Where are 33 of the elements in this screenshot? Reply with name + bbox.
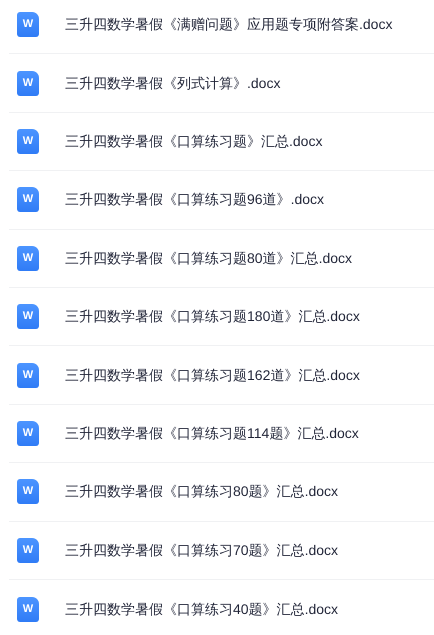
word-document-icon: W: [17, 70, 39, 96]
file-name: 三升四数学暑假《口算练习题180道》汇总.docx: [65, 307, 360, 326]
word-document-icon: W: [17, 128, 39, 154]
file-row[interactable]: W 三升四数学暑假《口算练习40题》汇总.docx: [9, 580, 434, 635]
file-row[interactable]: W 三升四数学暑假《口算练习题180道》汇总.docx: [9, 288, 434, 346]
file-row[interactable]: W 三升四数学暑假《满赠问题》应用题专项附答案.docx: [9, 0, 434, 54]
file-name: 三升四数学暑假《口算练习80题》汇总.docx: [65, 482, 338, 502]
file-row[interactable]: W 三升四数学暑假《口算练习70题》汇总.docx: [9, 522, 434, 580]
file-name: 三升四数学暑假《口算练习题114题》汇总.docx: [65, 424, 359, 443]
word-document-icon: W: [17, 304, 39, 330]
file-row[interactable]: W 三升四数学暑假《口算练习80题》汇总.docx: [9, 463, 434, 522]
word-document-icon: W: [17, 538, 39, 563]
word-document-icon: W: [17, 187, 39, 212]
file-row[interactable]: W 三升四数学暑假《口算练习题162道》汇总.docx: [9, 346, 434, 405]
file-row[interactable]: W 三升四数学暑假《列式计算》.docx: [9, 54, 434, 113]
word-document-icon: W: [17, 479, 39, 504]
file-name: 三升四数学暑假《列式计算》.docx: [65, 74, 280, 93]
word-document-icon: W: [17, 246, 39, 271]
word-document-icon: W: [17, 12, 39, 38]
word-document-icon: W: [17, 596, 39, 622]
file-name: 三升四数学暑假《满赠问题》应用题专项附答案.docx: [65, 15, 392, 34]
file-name: 三升四数学暑假《口算练习题80道》汇总.docx: [65, 248, 352, 268]
file-row[interactable]: W 三升四数学暑假《口算练习题114题》汇总.docx: [9, 404, 434, 464]
file-name: 三升四数学暑假《口算练习40题》汇总.docx: [65, 600, 338, 619]
file-name: 三升四数学暑假《口算练习题》汇总.docx: [65, 132, 322, 151]
file-row[interactable]: W 三升四数学暑假《口算练习题96道》.docx: [9, 171, 434, 230]
file-row[interactable]: W 三升四数学暑假《口算练习题80道》汇总.docx: [9, 230, 434, 288]
word-document-icon: W: [17, 362, 39, 388]
file-row[interactable]: W 三升四数学暑假《口算练习题》汇总.docx: [9, 112, 434, 172]
file-name: 三升四数学暑假《口算练习70题》汇总.docx: [65, 540, 338, 560]
word-document-icon: W: [17, 420, 39, 446]
file-name: 三升四数学暑假《口算练习题162道》汇总.docx: [65, 366, 360, 385]
file-name: 三升四数学暑假《口算练习题96道》.docx: [65, 190, 324, 210]
